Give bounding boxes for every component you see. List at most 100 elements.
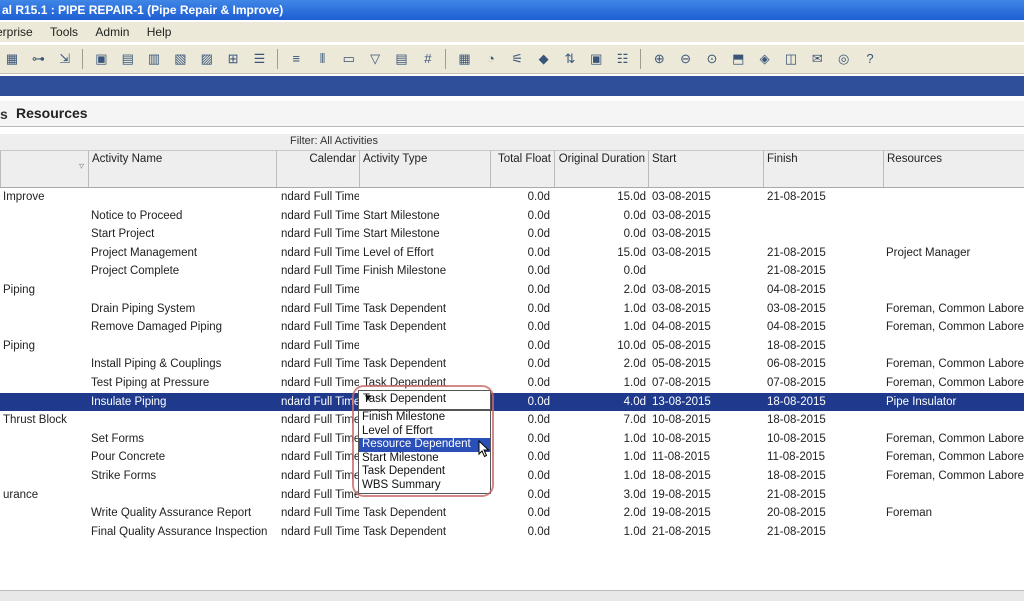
report-icon[interactable]: ▣ — [587, 50, 605, 68]
table-row[interactable]: Project Complete ndard Full Time Finish Mi… — [0, 262, 1024, 281]
start-cell: 11-08-2015 — [652, 451, 710, 464]
header-total-float[interactable]: Total Float — [490, 151, 554, 187]
zoom-in-icon[interactable]: ⊕ — [650, 50, 668, 68]
table-row[interactable]: Set Forms ndard Full Time 0.0d 1.0d 10-08-20… — [0, 430, 1024, 449]
calendar-cell: ndard Full Time — [281, 414, 359, 427]
table-row[interactable]: Notice to Proceed ndard Full Time Start Mi… — [0, 207, 1024, 226]
resources-cell: Foreman, Common Laborer, — [886, 358, 1024, 371]
header-finish[interactable]: Finish — [763, 151, 883, 187]
gantt-icon[interactable]: ▦ — [3, 50, 21, 68]
activity-type-cell[interactable]: Task Dependent — [363, 318, 490, 336]
finish-cell: 18-08-2015 — [767, 395, 826, 408]
table-row[interactable]: Install Piping & Couplings ndard Full Tim… — [0, 355, 1024, 374]
info-icon[interactable]: ◎ — [835, 50, 853, 68]
activity-type-cell[interactable]: Start Milestone — [363, 225, 490, 243]
total-float-cell: 0.0d — [527, 209, 550, 222]
menu-tools[interactable]: Tools — [48, 25, 80, 39]
total-float-cell: 0.0d — [527, 265, 550, 278]
header-wbs[interactable]: ▿ — [0, 151, 88, 187]
activity-name-cell: Drain Piping System — [91, 302, 196, 315]
section-title[interactable]: Resources — [16, 105, 88, 121]
tag-icon[interactable]: ◆ — [535, 50, 553, 68]
layout-icon[interactable]: ▭ — [340, 50, 358, 68]
table-row[interactable]: urance ndard Full Time 0.0d 3.0d 19-08-2015 2… — [0, 486, 1024, 505]
progress-icon[interactable]: ▧ — [171, 50, 189, 68]
menu-enterprise[interactable]: erprise — [0, 25, 35, 39]
resources-cell: Foreman — [886, 507, 933, 520]
start-cell: 03-08-2015 — [652, 191, 711, 203]
chart-icon[interactable]: ▣ — [92, 50, 110, 68]
header-resources[interactable]: Resources — [883, 151, 1024, 187]
calendar-cell: ndard Full Time — [281, 395, 359, 408]
resource-icon[interactable]: ⊞ — [224, 50, 242, 68]
table-row[interactable]: Write Quality Assurance Report ndard Full… — [0, 504, 1024, 523]
menu-help[interactable]: Help — [145, 25, 174, 39]
bar2-icon[interactable]: ▥ — [145, 50, 163, 68]
align-icon[interactable]: ≡ — [287, 50, 305, 68]
table-row[interactable]: Remove Damaged Piping ndard Full Time Task… — [0, 318, 1024, 337]
notes-icon[interactable]: ✉ — [808, 50, 826, 68]
link-icon[interactable]: ⇅ — [561, 50, 579, 68]
calendar-cell: ndard Full Time — [281, 191, 359, 203]
original-duration-cell: 10.0d — [617, 339, 646, 352]
diamond-icon[interactable]: ◈ — [756, 50, 774, 68]
table-row[interactable]: Test Piping at Pressure ndard Full Time Ta… — [0, 374, 1024, 393]
filter-icon[interactable]: ▽ — [366, 50, 384, 68]
original-duration-cell: 1.0d — [623, 469, 646, 482]
filter-label: Filter: All Activities — [290, 135, 379, 147]
resources-cell: Foreman, Common Laborer, — [886, 432, 1024, 445]
group-icon[interactable]: ▤ — [393, 50, 411, 68]
original-duration-cell: 1.0d — [623, 432, 646, 445]
calendar-cell: ndard Full Time — [281, 246, 359, 259]
table-row[interactable]: Project Management ndard Full Time Level o… — [0, 244, 1024, 263]
trace-icon[interactable]: ⊶ — [29, 50, 47, 68]
table-row[interactable]: Drain Piping System ndard Full Time Task D… — [0, 300, 1024, 319]
table-row[interactable]: Insulate Pipingndard Full TimeTask Depen… — [0, 392, 1024, 412]
original-duration-cell: 2.0d — [623, 507, 646, 520]
hash-icon[interactable]: # — [419, 50, 437, 68]
columns-icon[interactable]: ⫴ — [313, 50, 331, 68]
activity-type-cell[interactable]: Task Dependent — [363, 300, 490, 318]
table-row[interactable]: Final Quality Assurance Inspection ndard … — [0, 523, 1024, 542]
header-calendar[interactable]: Calendar — [276, 151, 359, 187]
total-float-cell: 0.0d — [527, 451, 550, 464]
tree-icon[interactable]: ▨ — [198, 50, 216, 68]
activity-type-cell[interactable]: Level of Effort — [363, 244, 490, 262]
calendar-cell: ndard Full Time — [281, 302, 359, 315]
table-row[interactable]: Start Project ndard Full Time Start Milest… — [0, 225, 1024, 244]
activity-type-cell[interactable]: Task Dependent — [363, 504, 490, 522]
menu-admin[interactable]: Admin — [93, 25, 131, 39]
zoom-out-icon[interactable]: ⊖ — [677, 50, 695, 68]
activity-type-cell[interactable]: Task Dependent — [363, 355, 490, 373]
table-row[interactable]: Piping ndard Full Time 0.0d 10.0d 05-08-2015… — [0, 337, 1024, 356]
fit-icon[interactable]: ⊙ — [703, 50, 721, 68]
stack-icon[interactable]: ☰ — [250, 50, 268, 68]
split-icon[interactable]: ⬒ — [729, 50, 747, 68]
header-activity-type[interactable]: Activity Type — [359, 151, 490, 187]
total-float-cell: 0.0d — [527, 469, 550, 482]
resources-cell: Project Manager — [886, 246, 971, 259]
calendar-cell: ndard Full Time — [281, 376, 359, 389]
header-start[interactable]: Start — [648, 151, 763, 187]
table-row[interactable]: Thrust Block ndard Full Time 0.0d 7.0d 10-08… — [0, 411, 1024, 430]
print-icon[interactable]: ▦ — [456, 50, 474, 68]
header-original-duration[interactable]: Original Duration — [554, 151, 648, 187]
activity-type-cell[interactable]: Finish Milestone — [363, 262, 490, 280]
panel-icon[interactable]: ◫ — [782, 50, 800, 68]
help-icon[interactable]: ? — [861, 50, 879, 68]
table-row[interactable]: Pour Concrete ndard Full Time 0.0d 1.0d 11-0… — [0, 448, 1024, 467]
highlight-circle — [352, 385, 494, 497]
activity-type-cell[interactable]: Start Milestone — [363, 207, 490, 225]
bar-icon[interactable]: ▤ — [119, 50, 137, 68]
level-icon[interactable]: ⚟ — [508, 50, 526, 68]
network-icon[interactable]: ⇲ — [56, 50, 74, 68]
window-title: al R15.1 : PIPE REPAIR-1 (Pipe Repair & … — [0, 0, 1024, 20]
table-row[interactable]: Piping ndard Full Time 0.0d 2.0d 03-08-2015 0… — [0, 281, 1024, 300]
header-activity-name[interactable]: Activity Name — [88, 151, 276, 187]
activity-type-cell[interactable]: Task Dependent — [363, 523, 490, 541]
table-row[interactable]: Strike Forms ndard Full Time 0.0d 1.0d 18-08… — [0, 467, 1024, 486]
schedule-icon[interactable]: ◔ — [482, 50, 500, 68]
start-cell: 03-08-2015 — [652, 246, 711, 259]
list-icon[interactable]: ☷ — [614, 50, 632, 68]
table-row[interactable]: Improve ndard Full Time 0.0d 15.0d 03-08-201… — [0, 188, 1024, 207]
